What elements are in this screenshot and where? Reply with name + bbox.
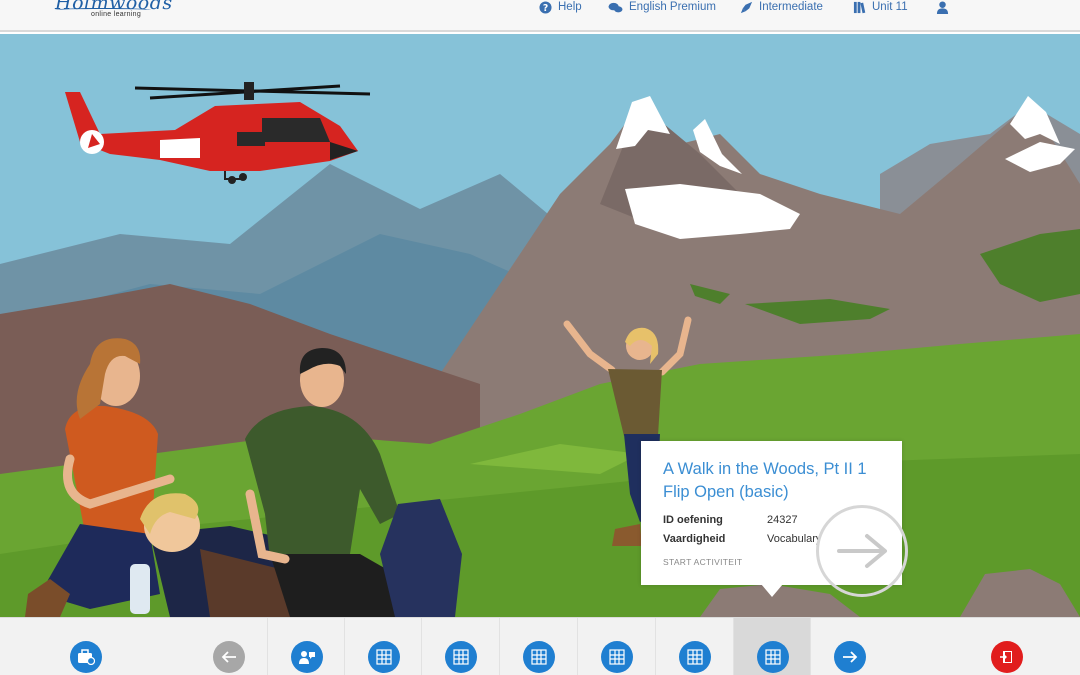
start-activity-button[interactable] [816,505,908,597]
grid-icon [445,641,477,673]
exercise-id-row: ID oefening 24327 [663,514,798,526]
arrow-left-icon [213,641,245,673]
previous-button[interactable] [190,618,267,675]
exercise-id-value: 24327 [767,514,798,526]
arrow-right-icon [837,534,887,568]
skill-value: Vocabulary [767,533,822,545]
nav-help-label: Help [558,1,582,13]
logo-subtitle: online learning [91,11,142,18]
exercise-button-3[interactable] [499,618,576,675]
exercise-button-6-active[interactable] [733,618,810,675]
nav-premium-label: English Premium [629,1,716,13]
exit-door-icon [991,641,1023,673]
rocket-icon [740,1,753,13]
person-speech-icon [291,641,323,673]
grid-icon [523,641,555,673]
start-activity-link[interactable]: START ACTIVITEIT [663,557,742,567]
holmwoods-logo[interactable]: Holmwoods online learning [55,0,172,26]
skill-row: Vaardigheid Vocabulary [663,533,821,545]
exercise-button-speaking[interactable] [267,618,344,675]
nav-english-premium[interactable]: English Premium [608,0,716,14]
exit-button[interactable] [968,618,1045,675]
toolbox-icon [70,641,102,673]
activity-title-line1: A Walk in the Woods, Pt II 1 [663,460,867,478]
books-icon [853,1,866,13]
bottom-toolbar [0,617,1080,675]
nav-level[interactable]: Intermediate [740,0,823,14]
help-icon: ? [539,0,552,13]
card-pointer [761,584,783,597]
exercise-button-5[interactable] [655,618,732,675]
nav-unit-label: Unit 11 [872,1,908,13]
nav-unit[interactable]: Unit 11 [853,0,908,14]
activity-title: A Walk in the Woods, Pt II 1 Flip Open (… [663,458,893,504]
grid-icon [368,641,400,673]
toolbox-button[interactable] [47,618,124,675]
nav-help[interactable]: ? Help [539,0,582,14]
svg-text:?: ? [543,2,548,13]
top-bar: Holmwoods online learning ? Help English… [0,0,1080,32]
scene-illustration [0,34,1080,617]
chat-bubbles-icon [608,2,623,12]
activity-card: A Walk in the Woods, Pt II 1 Flip Open (… [641,441,908,597]
exercise-id-label: ID oefening [663,514,723,526]
nav-level-label: Intermediate [759,1,823,13]
next-button[interactable] [810,618,887,675]
activity-title-line2: Flip Open (basic) [663,483,789,501]
water-bottle [130,564,150,614]
user-icon [936,0,949,14]
exercise-button-2[interactable] [421,618,498,675]
grid-icon [601,641,633,673]
nav-user[interactable] [936,0,955,14]
arrow-right-icon [834,641,866,673]
mountain-scene [0,34,1080,617]
exercise-button-4[interactable] [577,618,654,675]
grid-icon [679,641,711,673]
grid-icon [757,641,789,673]
skill-label: Vaardigheid [663,533,726,545]
exercise-button-1[interactable] [344,618,421,675]
